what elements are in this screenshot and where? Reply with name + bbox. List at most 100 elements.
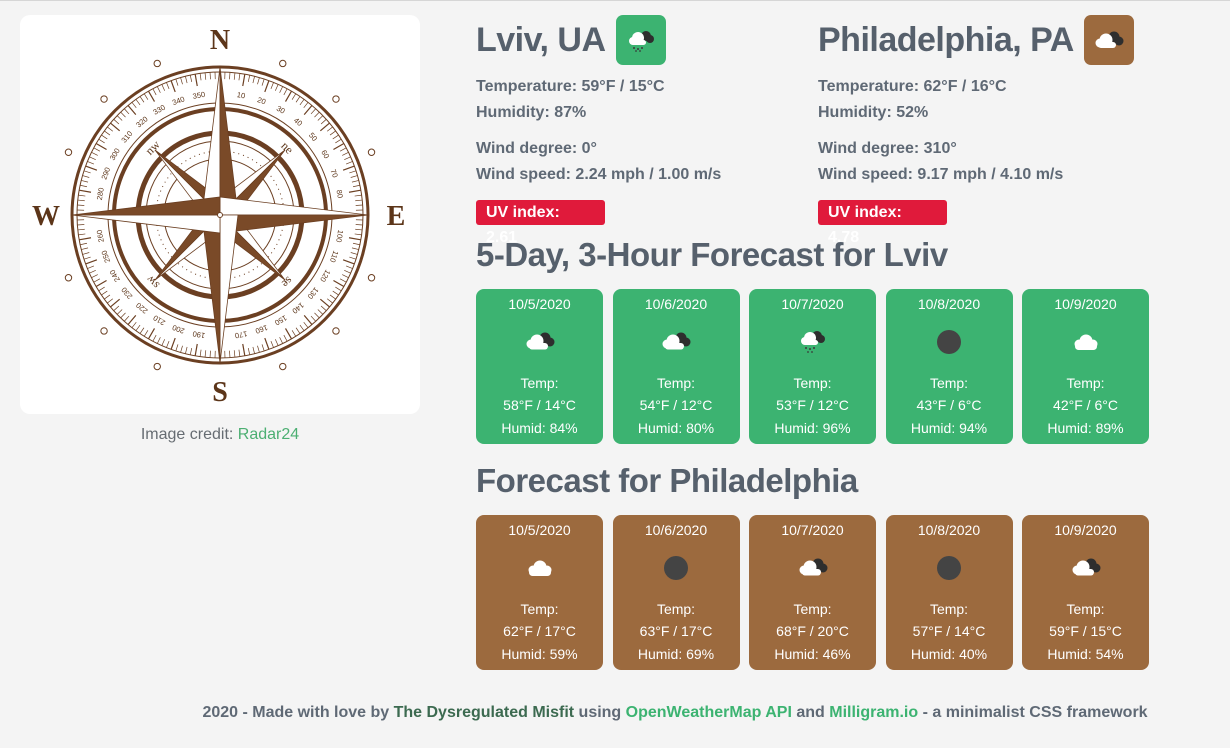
compass-tick xyxy=(247,75,251,83)
compass-tick xyxy=(79,189,92,193)
compass-tick xyxy=(87,161,95,165)
compass-tick xyxy=(247,347,251,355)
compass-outer-dot xyxy=(64,148,73,156)
compass-tick xyxy=(98,138,105,144)
forecast-row-philadelphia: 10/5/2020 Temp: 62°F / 17°C Humid: 59% 1… xyxy=(476,515,1159,670)
temperature-value: Temperature: 59°F / 15°C xyxy=(476,78,665,95)
humidity-value: Humidity: 87% xyxy=(476,104,587,121)
footer-api-link[interactable]: OpenWeatherMap API xyxy=(626,704,792,721)
compass-tick xyxy=(101,290,108,296)
compass-tick xyxy=(299,324,305,331)
compass-tick xyxy=(264,80,270,93)
compass-tick xyxy=(348,237,361,241)
compass-tick xyxy=(352,242,360,246)
compass-tick xyxy=(78,194,86,197)
footer-author-link[interactable]: The Dysregulated Misfit xyxy=(394,704,574,721)
compass-tick xyxy=(161,84,166,91)
compass-tick xyxy=(93,278,101,283)
forecast-date: 10/7/2020 xyxy=(781,296,844,312)
forecast-card: 10/6/2020 Temp: 54°F / 12°C Humid: 80% xyxy=(612,289,740,444)
compass-outer-dot xyxy=(332,327,340,335)
compass-degree-label: 10 xyxy=(236,90,246,100)
cloud-icon xyxy=(1022,327,1149,357)
compass-degree-label: 240 xyxy=(108,268,122,283)
compass-tick xyxy=(139,96,145,103)
compass-tick xyxy=(342,274,349,279)
compass-tick xyxy=(303,321,309,328)
compass-tick xyxy=(351,180,359,183)
footer-framework-link[interactable]: Milligram.io xyxy=(829,704,918,721)
compass-tick xyxy=(238,349,241,357)
compass-degree-label: 330 xyxy=(152,103,167,117)
compass-letter-w: W xyxy=(32,201,60,232)
compass-tick xyxy=(135,99,141,106)
compass-tick xyxy=(279,337,284,344)
compass-degree-label: 250 xyxy=(99,249,112,264)
compass-tick xyxy=(274,339,279,346)
forecast-humidity: Humid: 94% xyxy=(910,420,988,436)
compass-tick xyxy=(89,269,96,274)
forecast-temp-label: Temp: xyxy=(929,375,969,391)
wind-degree-value: Wind degree: 0° xyxy=(476,140,597,157)
image-credit-prefix: Image credit: xyxy=(140,426,238,443)
compass-tick xyxy=(152,334,157,342)
compass-tick xyxy=(131,321,137,328)
broken-clouds-icon xyxy=(613,327,740,357)
broken-clouds-icon xyxy=(1083,15,1134,65)
forecast-date: 10/8/2020 xyxy=(917,522,981,538)
compass-tick xyxy=(320,305,327,311)
compass-outer-dot xyxy=(153,59,161,68)
compass-tick xyxy=(329,130,336,136)
compass-tick xyxy=(127,105,137,116)
compass-degree-label: 20 xyxy=(256,95,267,106)
image-credit-link[interactable]: Radar24 xyxy=(238,426,299,443)
compass-tick xyxy=(143,93,149,100)
compass-tick xyxy=(93,147,101,152)
compass-tick xyxy=(80,184,88,188)
compass-tick xyxy=(319,122,330,132)
forecast-card: 10/7/2020 Temp: 53°F / 12°C Humid: 96% xyxy=(749,289,876,444)
compass-degree-label: 50 xyxy=(307,131,319,143)
compass-rose-graphic: N S E W 10 203040506070801001101201301401… xyxy=(32,25,405,408)
uv-index-badge: UV index: 4.78 xyxy=(818,200,947,246)
compass-star-point-major xyxy=(201,66,221,216)
compass-tick xyxy=(194,74,198,87)
forecast-date: 10/8/2020 xyxy=(917,296,981,312)
compass-tick xyxy=(152,88,157,96)
compass-tick xyxy=(116,115,123,121)
forecast-temp-label: Temp: xyxy=(1066,375,1105,391)
compass-tick xyxy=(107,126,114,132)
forecast-temp-value: 57°F / 14°C xyxy=(912,623,986,639)
compass-degree-label: 30 xyxy=(275,104,287,116)
compass-tick xyxy=(252,76,255,84)
compass-tick xyxy=(332,134,339,140)
compass-tick xyxy=(303,102,309,109)
compass-tick xyxy=(314,312,320,319)
wind-degree-value: Wind degree: 310° xyxy=(818,140,957,157)
compass-tick xyxy=(116,309,123,315)
compass-tick xyxy=(291,93,297,100)
city-name: Philadelphia, PA xyxy=(818,20,1074,59)
compass-tick xyxy=(317,115,324,121)
compass-tick xyxy=(344,156,351,161)
compass-tick xyxy=(339,147,347,152)
compass-outer-dot xyxy=(100,327,108,335)
broken-clouds-icon xyxy=(1022,553,1149,583)
compass-degree-label: 40 xyxy=(292,116,304,128)
compass-tick xyxy=(77,228,85,231)
forecast-humidity: Humid: 40% xyxy=(910,646,988,662)
compass-tick xyxy=(80,242,88,246)
dark-circle-icon xyxy=(886,327,1013,357)
compass-tick xyxy=(349,170,357,174)
forecast-temp-value: 63°F / 17°C xyxy=(639,623,713,639)
compass-tick xyxy=(270,82,274,90)
compass-tick xyxy=(82,175,90,178)
compass-tick xyxy=(270,340,274,348)
compass-tick xyxy=(257,345,260,353)
compass-tick xyxy=(204,72,207,80)
compass-tick xyxy=(333,142,345,151)
compass-degree-label: 60 xyxy=(319,148,331,160)
compass-tick xyxy=(326,126,333,132)
compass-tick xyxy=(127,314,137,325)
forecast-title-lviv: 5-Day, 3-Hour Forecast for Lviv xyxy=(476,236,948,273)
